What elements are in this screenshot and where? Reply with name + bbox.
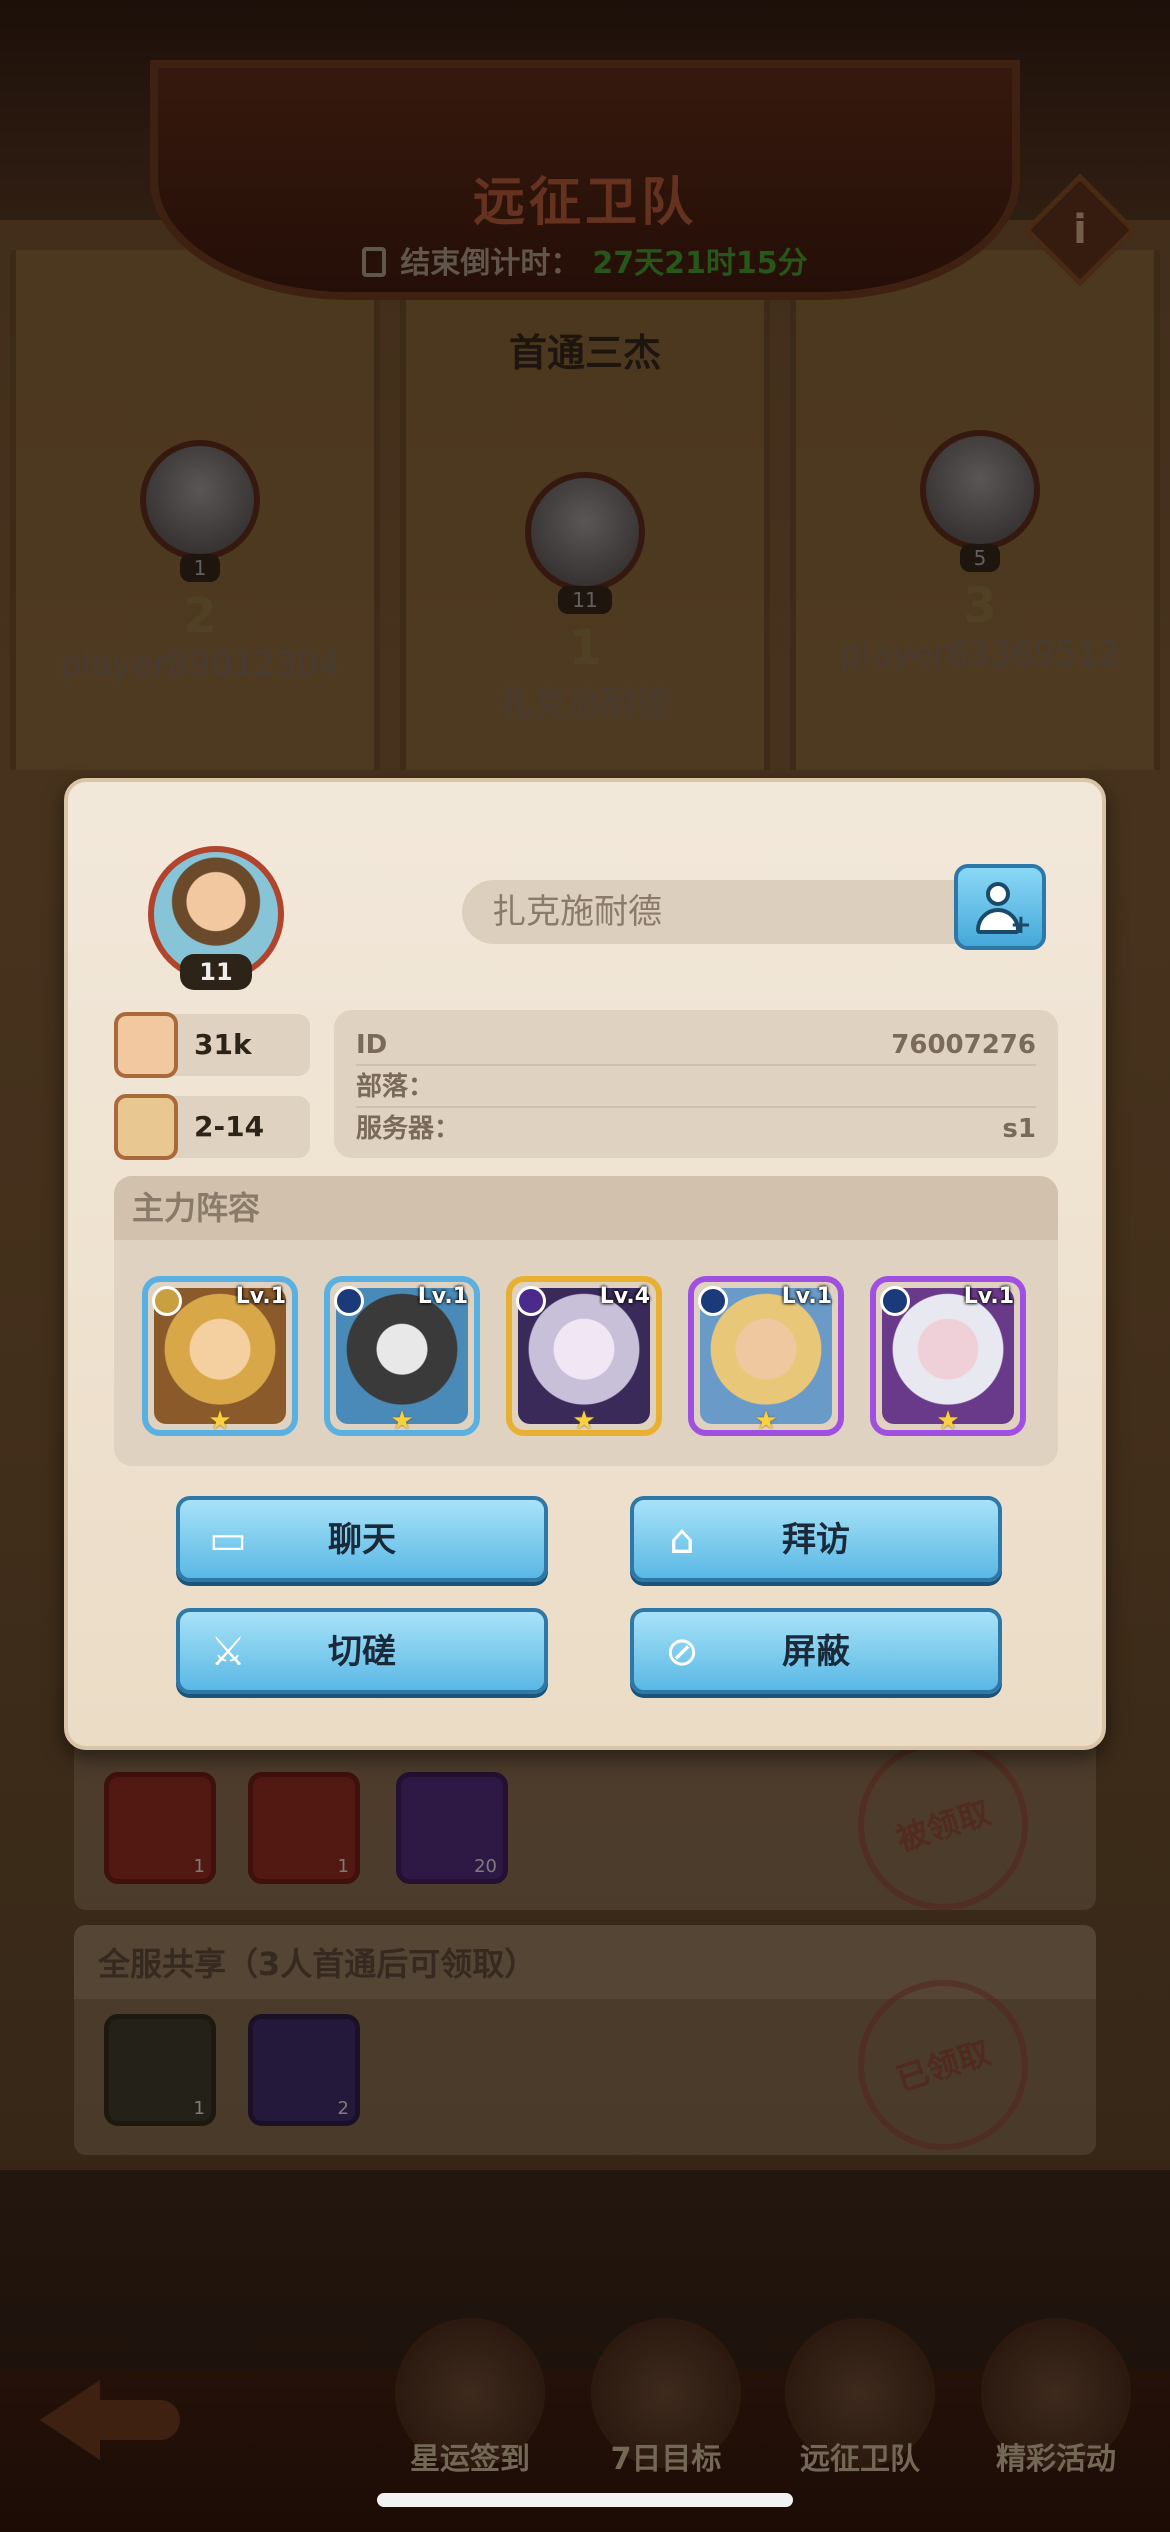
tribe-label: 部落： <box>356 1072 435 1102</box>
home-indicator[interactable] <box>377 2493 793 2507</box>
hero-card[interactable]: Lv.4 ★ <box>506 1276 662 1436</box>
hero-card[interactable]: Lv.1 ★ <box>324 1276 480 1436</box>
dark-element-icon <box>516 1286 546 1316</box>
hero-card[interactable]: Lv.1 ★ <box>870 1276 1026 1436</box>
home-icon: ⌂ <box>669 1517 695 1563</box>
map-icon <box>114 1094 178 1160</box>
hero-level: Lv.1 <box>417 1284 468 1309</box>
server-row: 服务器： s1 <box>356 1108 1036 1150</box>
spar-label: 切磋 <box>328 1632 396 1672</box>
server-label: 服务器： <box>356 1114 461 1144</box>
power-stat: 31k <box>114 1012 310 1078</box>
water-element-icon <box>334 1286 364 1316</box>
hero-card[interactable]: Lv.1 ★ <box>688 1276 844 1436</box>
spar-button[interactable]: ⚔ 切磋 <box>176 1608 548 1694</box>
chat-button[interactable]: ▭ 聊天 <box>176 1496 548 1582</box>
block-icon: ⊘ <box>665 1629 699 1675</box>
power-value: 31k <box>194 1028 252 1061</box>
server-value: s1 <box>1002 1114 1036 1144</box>
stage-stat: 2-14 <box>114 1094 310 1160</box>
star-icon: ★ <box>936 1406 960 1436</box>
id-value: 76007276 <box>891 1030 1036 1060</box>
star-icon: ★ <box>572 1406 596 1436</box>
chat-label: 聊天 <box>328 1520 396 1560</box>
hero-level: Lv.4 <box>599 1284 650 1309</box>
block-button[interactable]: ⊘ 屏蔽 <box>630 1608 1002 1694</box>
user-head <box>986 882 1010 906</box>
visit-label: 拜访 <box>782 1520 850 1560</box>
star-icon: ★ <box>390 1406 414 1436</box>
sword-icon: ⚔ <box>210 1629 246 1675</box>
hero-level: Lv.1 <box>235 1284 286 1309</box>
visit-button[interactable]: ⌂ 拜访 <box>630 1496 1002 1582</box>
tribe-row: 部落： <box>356 1066 1036 1108</box>
block-label: 屏蔽 <box>782 1632 850 1672</box>
id-row: ID 76007276 <box>356 1024 1036 1066</box>
hero-level: Lv.1 <box>781 1284 832 1309</box>
light-element-icon <box>152 1286 182 1316</box>
add-friend-button[interactable]: + <box>954 864 1046 950</box>
player-name: 扎克施耐德 <box>462 880 1022 944</box>
water-element-icon <box>880 1286 910 1316</box>
star-icon: ★ <box>754 1406 778 1436</box>
chat-bubble-icon: ▭ <box>209 1517 247 1563</box>
player-info-card: ID 76007276 部落： 服务器： s1 <box>334 1010 1058 1158</box>
hero-card[interactable]: Lv.1 ★ <box>142 1276 298 1436</box>
lineup-title: 主力阵容 <box>114 1176 1058 1240</box>
water-element-icon <box>698 1286 728 1316</box>
hero-level: Lv.1 <box>963 1284 1014 1309</box>
player-profile-modal: 11 扎克施耐德 + 31k 2-14 ID 76007276 部落： 服务器：… <box>64 778 1106 1750</box>
player-level-badge: 11 <box>180 954 252 990</box>
fist-icon <box>114 1012 178 1078</box>
id-label: ID <box>356 1030 388 1060</box>
plus-icon: + <box>1010 910 1032 940</box>
main-lineup: 主力阵容 Lv.1 ★ Lv.1 ★ Lv.4 ★ Lv.1 ★ Lv.1 ★ <box>114 1176 1058 1466</box>
star-icon: ★ <box>208 1406 232 1436</box>
stage-value: 2-14 <box>194 1110 265 1143</box>
